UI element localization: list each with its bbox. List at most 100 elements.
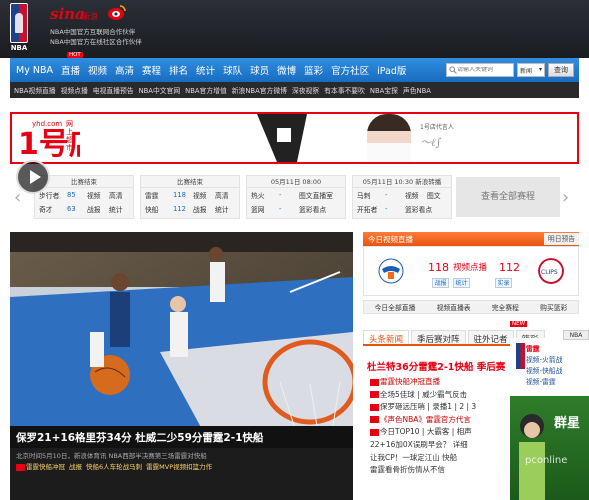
nba-mini-logo bbox=[515, 342, 526, 370]
nav-lottery[interactable]: 篮彩 bbox=[304, 63, 323, 77]
search-input[interactable] bbox=[457, 67, 511, 73]
signature: 〜ℓ∫ bbox=[420, 136, 442, 149]
subnav-item[interactable]: 深夜视察 bbox=[292, 85, 319, 95]
live-links: 今日全部直播 视频直播表 完全赛程 购买篮彩 bbox=[363, 300, 579, 314]
list-item[interactable]: 22+16加0X误刷早会？ 详细 bbox=[370, 439, 510, 452]
summary-links: 雷霆快船冲冠 战报 快船6人车轮战马刺 雷霆MVP视频扣篮力作 bbox=[16, 462, 347, 473]
chevron-down-icon: ▾ bbox=[538, 66, 542, 73]
sina-logo[interactable]: sina bbox=[50, 5, 85, 23]
list-item[interactable]: 今日TOP10 | 大霸客 | 相声 bbox=[370, 426, 510, 439]
list-item[interactable]: 让我CP！一球定江山 快船 bbox=[370, 452, 510, 465]
nba-logo-icon[interactable] bbox=[10, 3, 28, 43]
headline-caption[interactable]: 保罗21+16格里芬34分 杜威二少59分雷霆2-1快船 bbox=[10, 426, 353, 448]
subnav-item[interactable]: 新浪NBA官方微博 bbox=[232, 85, 287, 95]
ad-tab[interactable]: NBA bbox=[563, 330, 589, 340]
all-schedule-button[interactable]: 查看全部赛程 bbox=[456, 177, 560, 217]
headline-photo[interactable] bbox=[10, 232, 353, 444]
summary-link[interactable]: 雷霆MVP视频扣篮力作 bbox=[146, 462, 212, 473]
recap-button[interactable]: 战报 bbox=[432, 278, 449, 288]
nav-video[interactable]: 视频 bbox=[88, 63, 107, 77]
ad-links: 雷霆 视频-火箭战 视频-快船战 视频-雷霆 bbox=[526, 344, 562, 388]
subnav-item[interactable]: NBA中文官网 bbox=[139, 85, 181, 95]
tab-playoff[interactable]: 季后赛对阵 bbox=[411, 330, 466, 345]
nav-teams[interactable]: 球队 bbox=[223, 63, 242, 77]
search-box bbox=[446, 63, 514, 77]
list-item[interactable]: 保罗砸远压哨 | 录播1 | 2 | 3 bbox=[370, 401, 510, 414]
weibo-icon[interactable] bbox=[107, 3, 127, 21]
summary-link[interactable]: 快船6人车轮战马刺 bbox=[86, 462, 142, 473]
search-category-select[interactable]: 新闻 ▾ bbox=[517, 63, 545, 77]
video-icon bbox=[16, 463, 25, 471]
nav-live[interactable]: 直播 HOT bbox=[61, 52, 83, 77]
ad-line: 视频-火箭战 bbox=[526, 356, 563, 364]
playbyplay-button[interactable]: 实录 bbox=[495, 278, 512, 288]
nav-stats[interactable]: 统计 bbox=[196, 63, 215, 77]
nav-community[interactable]: 官方社区 bbox=[331, 63, 369, 77]
hot-badge: HOT bbox=[66, 52, 83, 58]
chevron-left-icon[interactable]: ‹ bbox=[14, 187, 21, 208]
nav-ipad[interactable]: iPad版 bbox=[377, 63, 406, 77]
live-link[interactable]: 今日全部直播 bbox=[375, 302, 416, 312]
subnav-item[interactable]: 视频点播 bbox=[61, 85, 88, 95]
nav-my-nba[interactable]: My NBA bbox=[16, 65, 53, 76]
game-row: 热火 - 图文直播室 bbox=[251, 191, 333, 200]
game-card[interactable]: 05月11日 10:30 新浪转播 马刺 - 视频 图文 开拓者 - 篮彩看点 bbox=[352, 175, 452, 219]
game-card[interactable]: 05月11日 08:00 热火 - 图文直播室 篮网 - 篮彩看点 bbox=[246, 175, 346, 219]
clippers-logo-icon[interactable]: CLIPS bbox=[538, 258, 564, 284]
partner-line-2: NBA中国官方在线社区合作伙伴 bbox=[50, 38, 142, 46]
summary-link[interactable]: 战报 bbox=[69, 462, 82, 473]
sina-logo-cn: 新浪 bbox=[82, 12, 98, 21]
live-link[interactable]: 视频直播表 bbox=[437, 302, 471, 312]
subnav-item[interactable]: NBA视频直播 bbox=[14, 85, 56, 95]
stats-button[interactable]: 统计 bbox=[453, 278, 470, 288]
list-item[interactable]: 《声色NBA》雷霆官方代言 bbox=[370, 414, 510, 427]
game-card[interactable]: 比赛结束 雷霆 118 视频 高清 快船 112 战报 统计 bbox=[140, 175, 240, 219]
nav-standings[interactable]: 排名 bbox=[169, 63, 188, 77]
search-button[interactable]: 查询 bbox=[548, 63, 574, 77]
list-item[interactable]: 全场5佳球 | 威少霸气反击 bbox=[370, 389, 510, 402]
tab-reporters[interactable]: 驻外记者 bbox=[467, 330, 514, 345]
thunder-logo-icon[interactable] bbox=[378, 258, 404, 284]
video-on-demand-link[interactable]: 视频点播 bbox=[453, 261, 487, 273]
game-row: 开拓者 - 篮彩看点 bbox=[357, 205, 433, 214]
live-link[interactable]: 购买篮彩 bbox=[540, 302, 567, 312]
search-select-value: 新闻 bbox=[520, 68, 533, 75]
news-list: 雷霆快船冲冠直播 全场5佳球 | 威少霸气反击 保罗砸远压哨 | 录播1 | 2… bbox=[370, 376, 510, 477]
live-link[interactable]: 完全赛程 bbox=[492, 302, 519, 312]
score-right: 112 bbox=[499, 261, 520, 274]
search-icon bbox=[449, 66, 457, 74]
nav-hd[interactable]: 高清 bbox=[115, 63, 134, 77]
list-item[interactable]: 雷霆快船冲冠直播 bbox=[370, 376, 510, 389]
ad-line: 视频-雷霆 bbox=[526, 378, 556, 386]
tab-headlines[interactable]: 头条新闻 bbox=[363, 330, 410, 345]
headline-summary: 北京时间5月10日，新浪体育讯 NBA西部半决赛第三场雷霆对快船 雷霆快船冲冠 … bbox=[10, 448, 353, 500]
list-item[interactable]: 雷霆看骨折伤情从不信 bbox=[370, 464, 510, 477]
spokesperson-label: 1号店代言人 bbox=[420, 124, 454, 131]
game-row: 步行者 85 视频 高清 bbox=[39, 191, 123, 200]
subnav-item[interactable]: NBA宝探 bbox=[370, 85, 398, 95]
game-row: 快船 112 战报 统计 bbox=[145, 205, 229, 214]
yhd-banner-ad[interactable]: yhd.com 1号店 网上超市 1号店代言人 〜ℓ∫ bbox=[10, 112, 579, 164]
banner-graphic bbox=[257, 114, 307, 162]
news-headline[interactable]: 杜兰特36分雷霆2-1快船 季后赛 bbox=[367, 359, 505, 373]
nba-logo-word: NBA bbox=[10, 44, 28, 52]
play-icon[interactable] bbox=[16, 160, 50, 194]
subnav-item[interactable]: NBA官方增值 bbox=[185, 85, 227, 95]
summary-link[interactable]: 雷霆快船冲冠 bbox=[16, 462, 65, 473]
ad-person-photo bbox=[519, 414, 545, 500]
nav-weibo[interactable]: 微博 bbox=[277, 63, 296, 77]
game-status: 05月11日 10:30 新浪转播 bbox=[353, 176, 451, 188]
subnav-item[interactable]: 声色NBA bbox=[403, 85, 431, 95]
chevron-right-icon[interactable]: › bbox=[562, 187, 569, 208]
ad-title: 群星 bbox=[554, 416, 581, 431]
score-left: 118 bbox=[428, 261, 449, 274]
nav-schedule[interactable]: 赛程 bbox=[142, 63, 161, 77]
tomorrow-tab[interactable]: 明日预告 bbox=[544, 233, 579, 245]
subnav-item[interactable]: 电视直播预告 bbox=[93, 85, 134, 95]
yhd-tagline: 网上超市 bbox=[66, 120, 73, 152]
game-row: 篮网 - 篮彩看点 bbox=[251, 205, 327, 214]
summary-text: 北京时间5月10日，新浪体育讯 NBA西部半决赛第三场雷霆对快船 bbox=[16, 452, 207, 460]
subnav-item[interactable]: 有本事不要吹 bbox=[324, 85, 365, 95]
sub-nav: NBA视频直播 视频点播 电视直播预告 NBA中文官网 NBA官方增值 新浪NB… bbox=[10, 82, 579, 98]
nav-players[interactable]: 球员 bbox=[250, 63, 269, 77]
